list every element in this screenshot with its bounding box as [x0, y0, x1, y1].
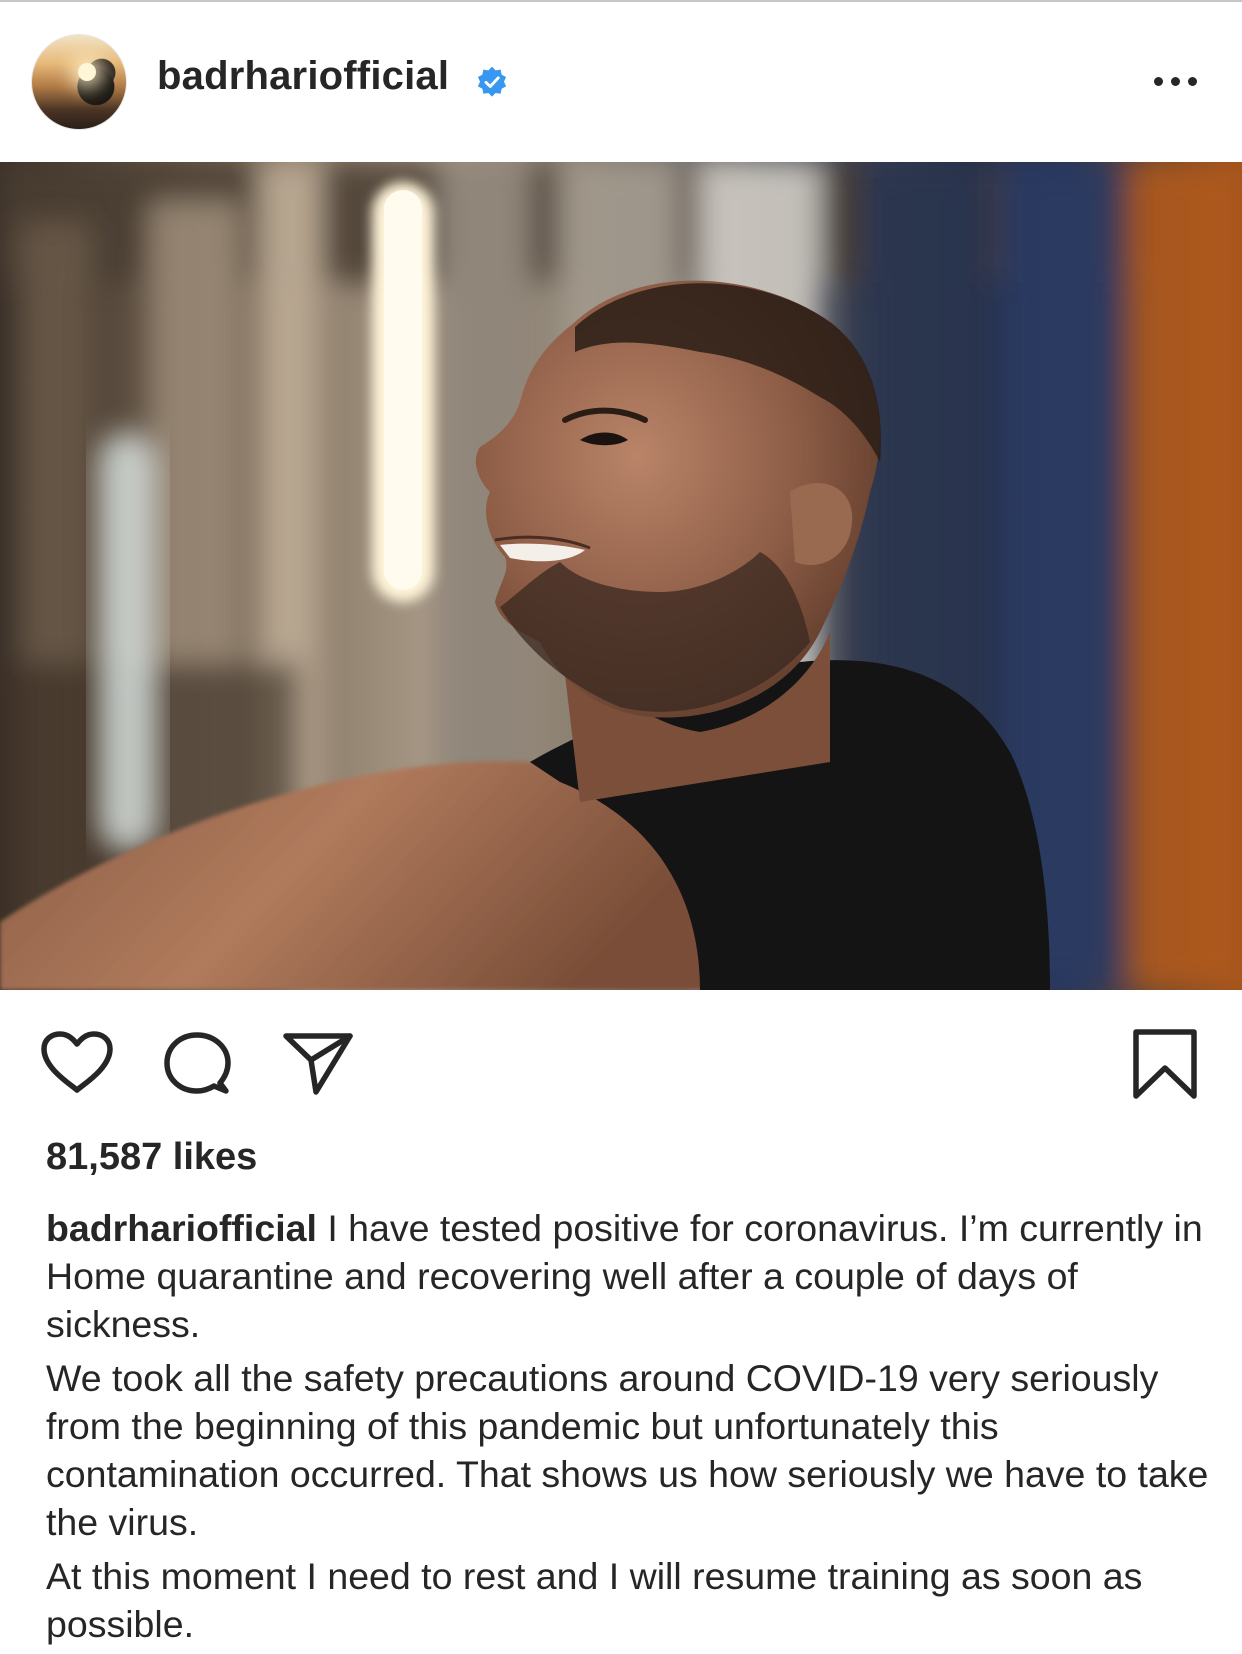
- post-caption: badrhariofficial I have tested positive …: [46, 1204, 1216, 1654]
- heart-icon[interactable]: [40, 1030, 114, 1094]
- caption-paragraph: At this moment I need to rest and I will…: [46, 1555, 1143, 1645]
- caption-paragraph: We took all the safety precautions aroun…: [46, 1357, 1209, 1543]
- likes-count[interactable]: 81,587 likes: [46, 1136, 257, 1179]
- caption-paragraph: badrhariofficial I have tested positive …: [46, 1204, 1216, 1348]
- comment-bubble-icon[interactable]: [162, 1029, 234, 1099]
- avatar[interactable]: [31, 34, 127, 130]
- verified-badge-icon: [477, 66, 507, 97]
- action-bar: [0, 1000, 1242, 1130]
- caption-username[interactable]: badrhariofficial: [46, 1207, 317, 1249]
- more-options-icon[interactable]: [1148, 66, 1204, 98]
- bookmark-icon[interactable]: [1132, 1028, 1198, 1100]
- paper-plane-icon[interactable]: [282, 1030, 354, 1096]
- post-header: badrhariofficial: [0, 2, 1242, 160]
- post-username[interactable]: badrhariofficial: [157, 54, 449, 99]
- post-photo[interactable]: [0, 162, 1242, 990]
